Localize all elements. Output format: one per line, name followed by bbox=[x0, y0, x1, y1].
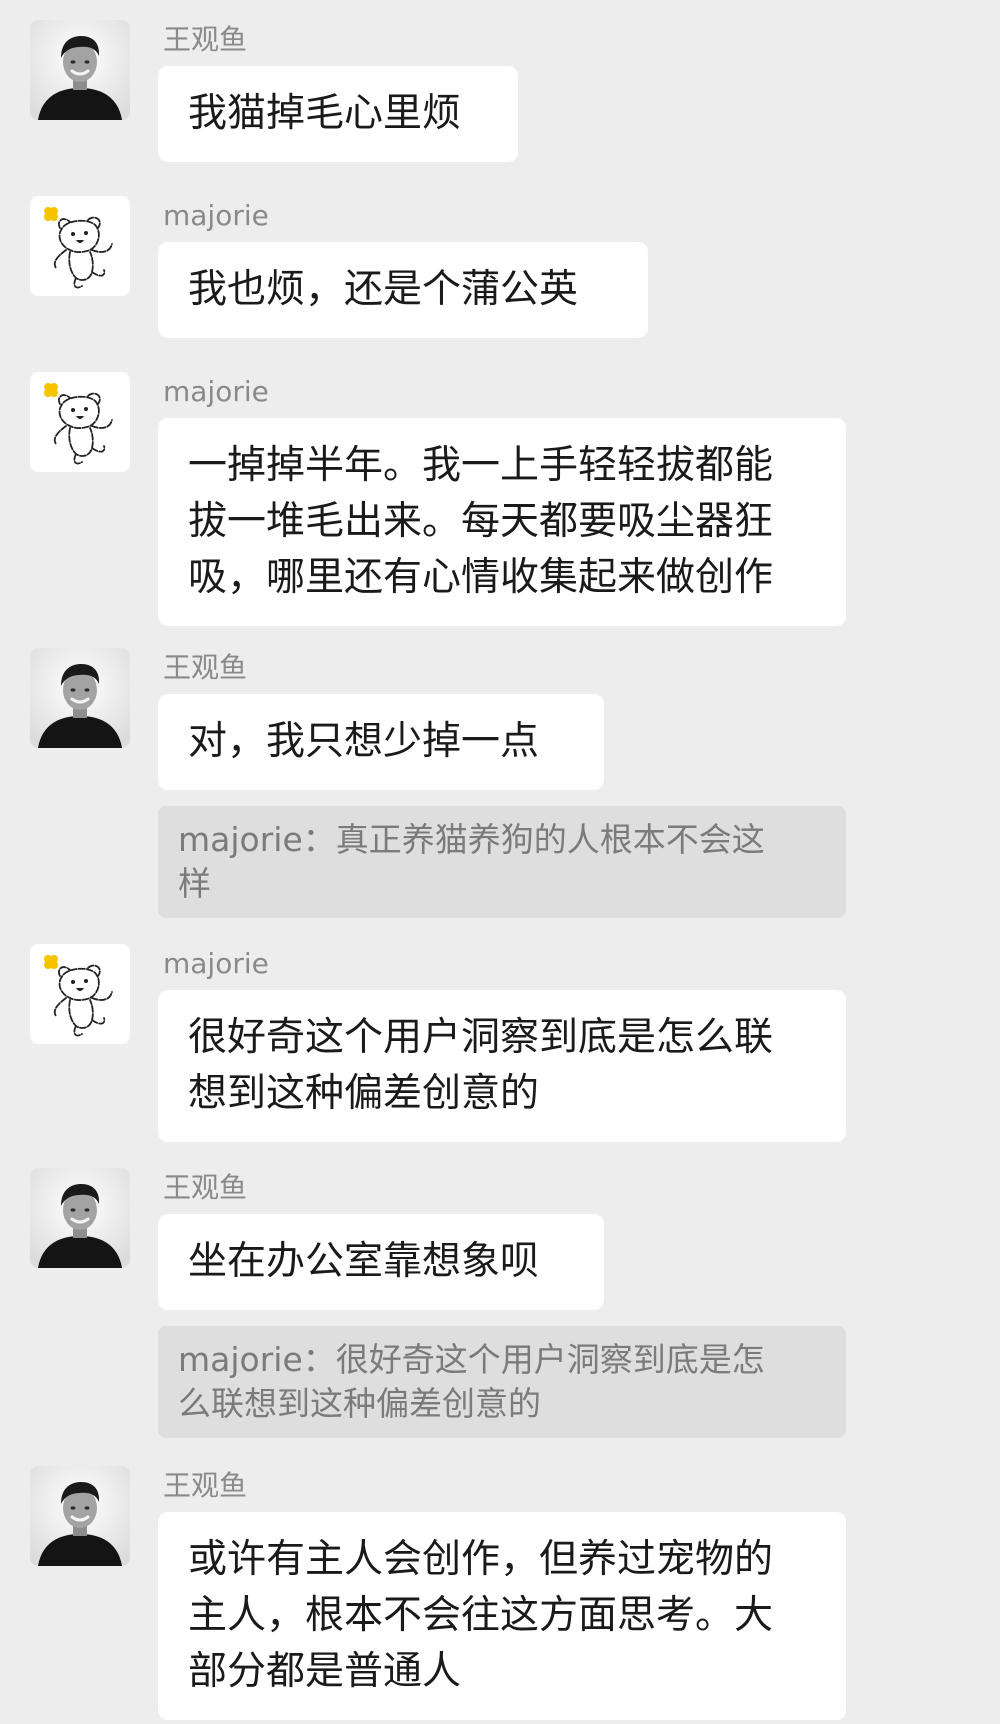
sender-name: 王观鱼 bbox=[163, 1469, 248, 1502]
quote-text: 样 bbox=[178, 864, 211, 903]
message-bubble[interactable]: 很好奇这个用户洞察到底是怎么联 想到这种偏差创意的 bbox=[158, 990, 846, 1142]
message-text: 主人，根本不会往这方面思考。大 bbox=[188, 1593, 774, 1638]
message-bubble[interactable]: 或许有主人会创作，但养过宠物的 主人，根本不会往这方面思考。大 部分都是普通人 bbox=[158, 1512, 846, 1720]
message-bubble[interactable]: 坐在办公室靠想象呗 bbox=[158, 1214, 604, 1310]
message-text: 一掉掉半年。我一上手轻轻拔都能 bbox=[188, 443, 774, 488]
sender-name: majorie bbox=[163, 947, 269, 980]
message-bubble[interactable]: 我也烦，还是个蒲公英 bbox=[158, 242, 648, 338]
quoted-reply[interactable]: majorie：很好奇这个用户洞察到底是怎 么联想到这种偏差创意的 bbox=[158, 1326, 846, 1438]
bear-avatar-icon[interactable] bbox=[30, 372, 130, 472]
quote-text: majorie：真正养猫养狗的人根本不会这 bbox=[178, 820, 765, 859]
message-text: 吸，哪里还有心情收集起来做创作 bbox=[188, 555, 774, 600]
message-text: 拔一堆毛出来。每天都要吸尘器狂 bbox=[188, 499, 774, 544]
quote-text: 么联想到这种偏差创意的 bbox=[178, 1384, 541, 1423]
bear-avatar-icon[interactable] bbox=[30, 944, 130, 1044]
man-avatar-icon[interactable] bbox=[30, 1466, 130, 1566]
sender-name: majorie bbox=[163, 375, 269, 408]
bear-avatar-icon[interactable] bbox=[30, 196, 130, 296]
sender-name: 王观鱼 bbox=[163, 1171, 248, 1204]
message-text: 我也烦，还是个蒲公英 bbox=[188, 267, 579, 312]
man-avatar-icon[interactable] bbox=[30, 648, 130, 748]
message-bubble[interactable]: 我猫掉毛心里烦 bbox=[158, 66, 518, 162]
message-text: 坐在办公室靠想象呗 bbox=[188, 1239, 540, 1284]
message-text: 想到这种偏差创意的 bbox=[188, 1071, 540, 1116]
sender-name: 王观鱼 bbox=[163, 651, 248, 684]
message-text: 我猫掉毛心里烦 bbox=[188, 91, 462, 136]
chat-message-list[interactable]: 王观鱼 我猫掉毛心里烦 majorie 我也烦，还是个蒲公英 majorie 一… bbox=[0, 0, 1000, 1724]
message-text: 很好奇这个用户洞察到底是怎么联 bbox=[188, 1015, 774, 1060]
message-text: 或许有主人会创作，但养过宠物的 bbox=[188, 1537, 774, 1582]
sender-name: majorie bbox=[163, 199, 269, 232]
message-text: 对，我只想少掉一点 bbox=[188, 719, 540, 764]
message-bubble[interactable]: 一掉掉半年。我一上手轻轻拔都能 拔一堆毛出来。每天都要吸尘器狂 吸，哪里还有心情… bbox=[158, 418, 846, 626]
man-avatar-icon[interactable] bbox=[30, 20, 130, 120]
sender-name: 王观鱼 bbox=[163, 23, 248, 56]
quoted-reply[interactable]: majorie：真正养猫养狗的人根本不会这 样 bbox=[158, 806, 846, 918]
quote-text: majorie：很好奇这个用户洞察到底是怎 bbox=[178, 1340, 765, 1379]
message-bubble[interactable]: 对，我只想少掉一点 bbox=[158, 694, 604, 790]
message-text: 部分都是普通人 bbox=[188, 1649, 462, 1694]
man-avatar-icon[interactable] bbox=[30, 1168, 130, 1268]
